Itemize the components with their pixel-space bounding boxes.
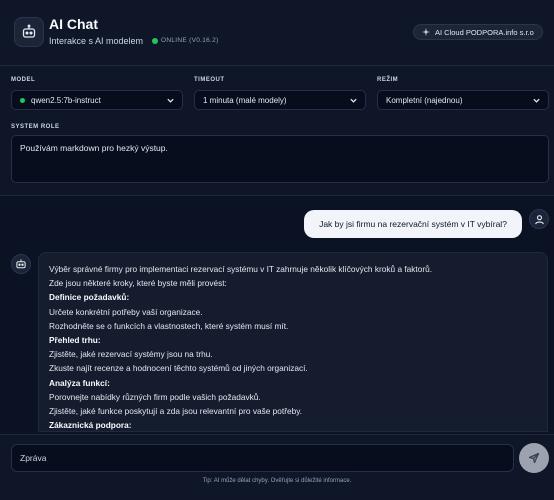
send-icon (528, 452, 540, 464)
ai-message-line: Výběr správné firmy pro implementaci rez… (49, 264, 433, 274)
ai-message-heading: Zákaznická podpora: (49, 420, 132, 431)
ai-message-line: Zjistěte, jaké funkce poskytují a zda js… (49, 406, 303, 417)
ai-message-line: Zde jsou některé kroky, které byste měli… (49, 278, 227, 289)
brand-chip[interactable]: AI Cloud PODPORA.info s.r.o (413, 24, 543, 40)
ai-message-line: Určete konkrétní potřeby vaší organizace… (49, 306, 203, 317)
system-role-input[interactable]: Používám markdown pro hezký výstup. (11, 135, 549, 183)
ai-message-line: Porovnejte nabídky různých firm podle va… (49, 391, 261, 402)
mode-value: Kompletní (najednou) (386, 95, 463, 105)
brand-label: AI Cloud PODPORA.info s.r.o (435, 27, 534, 37)
robot-icon (14, 17, 44, 47)
user-avatar-icon (529, 209, 549, 229)
chevron-down-icon (350, 98, 357, 103)
timeout-value: 1 minuta (malé modely) (203, 95, 287, 105)
model-label: MODEL (11, 77, 36, 83)
chevron-down-icon (167, 98, 174, 103)
status-indicator (152, 38, 158, 44)
ai-message-line: Zkuste najít recenze a hodnocení těchto … (49, 363, 308, 374)
ai-message-heading: Přehled trhu: (49, 335, 101, 346)
system-role-label: SYSTEM ROLE (11, 124, 60, 130)
chevron-down-icon (533, 98, 540, 103)
user-message: Jak by jsi firmu na rezervační systém v … (304, 210, 522, 238)
message-input-placeholder: Zpráva (20, 453, 47, 463)
ai-message-heading: Analýza funkcí: (49, 377, 110, 388)
app-subtitle: Interakce s AI modelem (49, 36, 144, 46)
mode-select[interactable]: Kompletní (najednou) (377, 90, 549, 110)
app-title: AI Chat (49, 16, 98, 32)
status-text: ONLINE (V0.16.2) (161, 37, 219, 44)
mode-label: REŽIM (377, 77, 399, 83)
timeout-select[interactable]: 1 minuta (malé modely) (194, 90, 366, 110)
disclaimer-tip: Tip: AI může dělat chyby. Ověřujte si dů… (202, 478, 352, 484)
model-select[interactable]: qwen2.5:7b-instruct (11, 90, 183, 110)
message-input[interactable]: Zpráva (11, 444, 514, 472)
model-status-dot (20, 97, 25, 103)
send-button[interactable] (519, 443, 549, 473)
bot-avatar-icon (11, 254, 31, 274)
ai-message-line: Rozhodněte se o funkcích a vlastnostech,… (49, 320, 289, 331)
timeout-label: TIMEOUT (194, 77, 225, 83)
model-value: qwen2.5:7b-instruct (31, 95, 101, 105)
ai-message-line: Zjistěte, jaké rezervací systémy jsou na… (49, 349, 213, 360)
sparkle-icon (422, 28, 430, 36)
app-header: AI Chat Interakce s AI modelem ONLINE (V… (0, 0, 554, 66)
ai-message-heading: Definice požadavků: (49, 292, 130, 303)
ai-message: Výběr správné firmy pro implementaci rez… (38, 252, 548, 432)
